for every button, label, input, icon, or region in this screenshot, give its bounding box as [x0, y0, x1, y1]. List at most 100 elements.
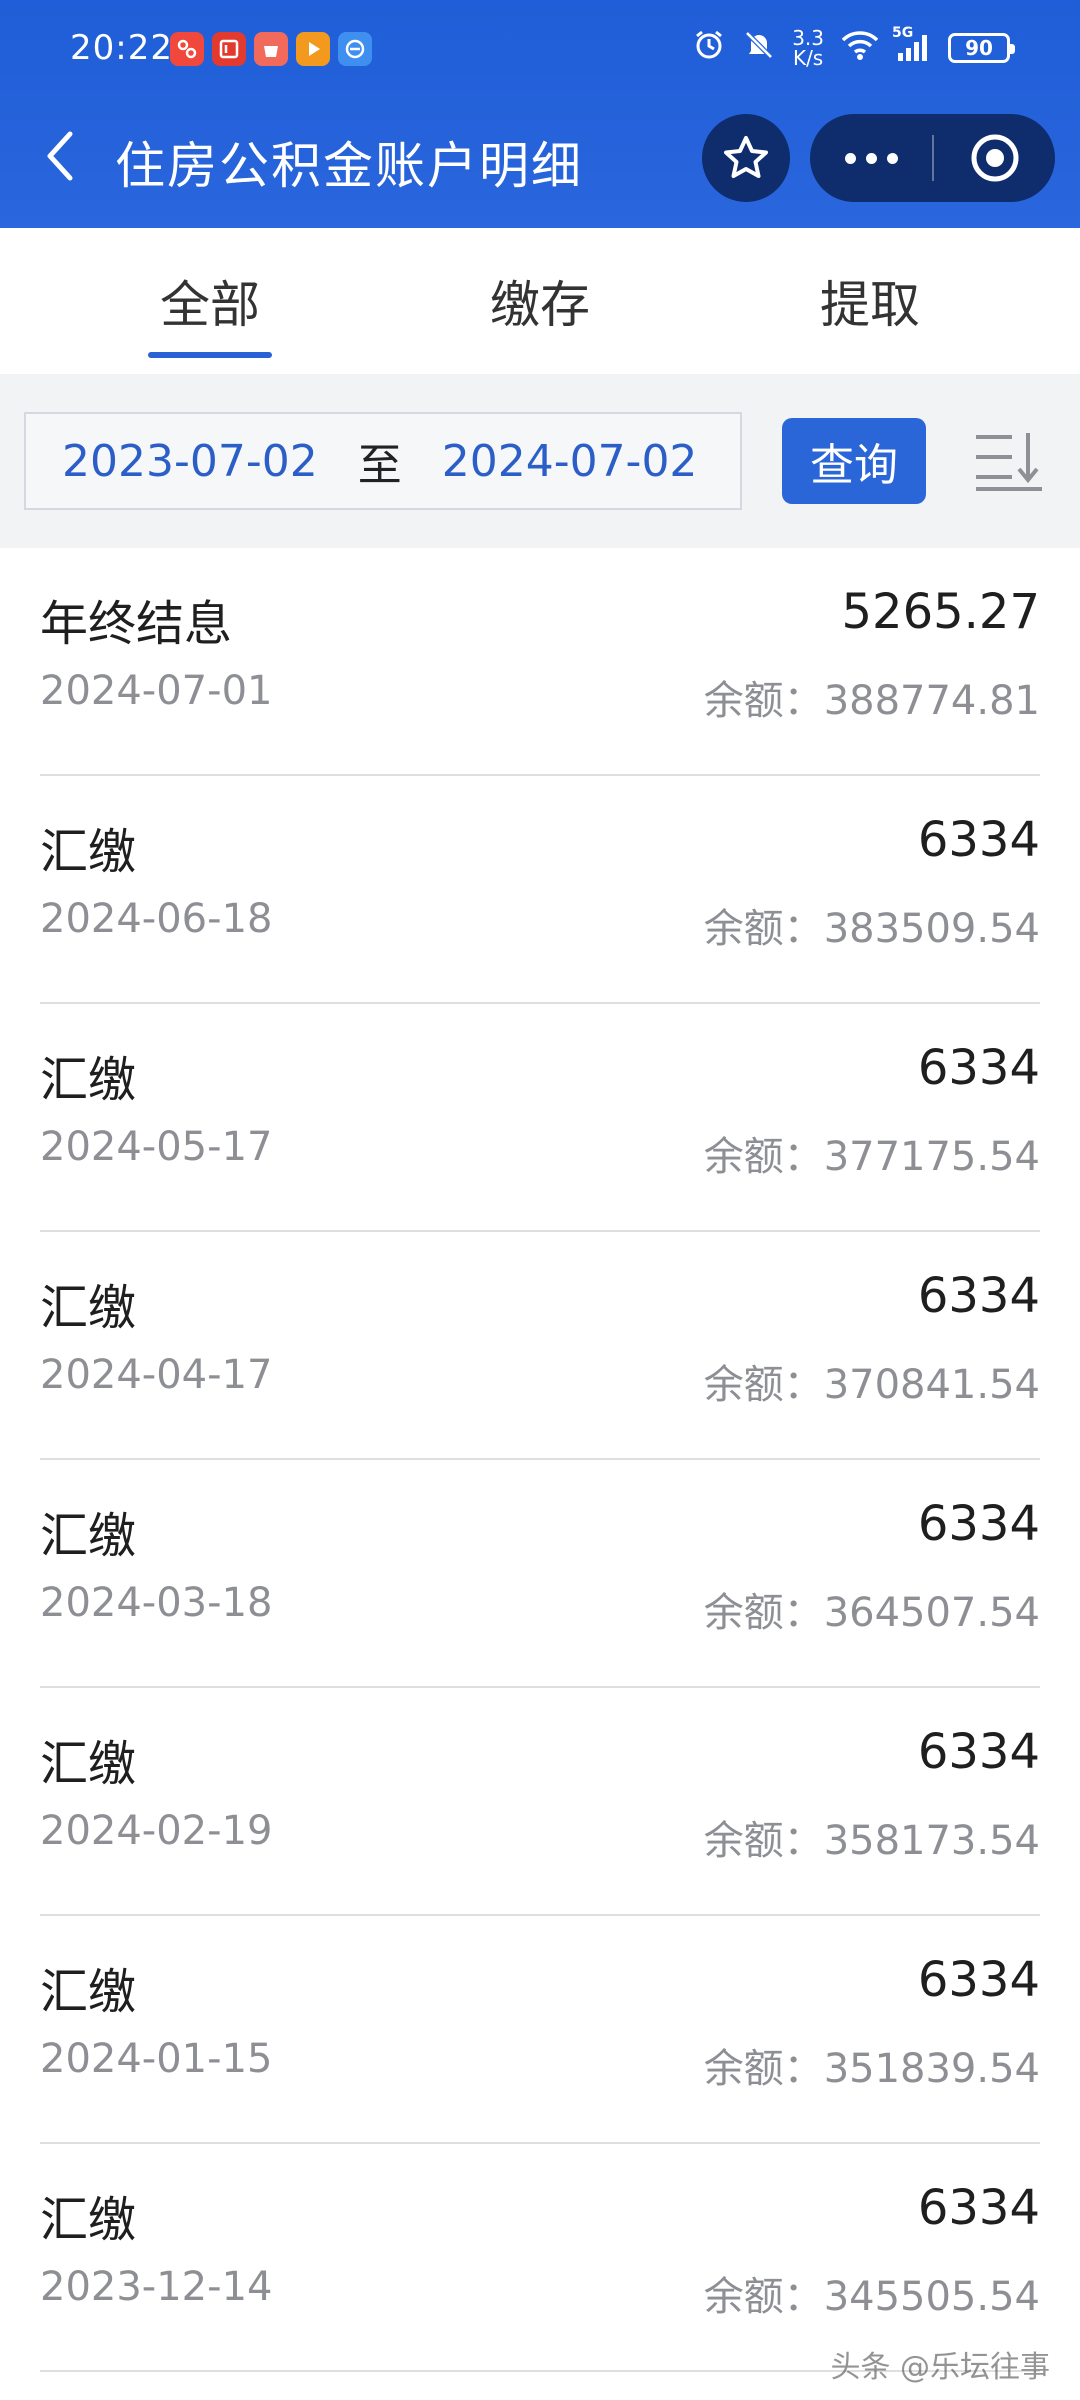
favorite-button[interactable] — [702, 114, 790, 202]
transaction-row[interactable]: 汇缴 6334 2024-05-17 余额：377175.54 — [0, 1004, 1080, 1232]
transaction-balance: 余额：383509.54 — [704, 896, 1040, 954]
transaction-amount: 6334 — [917, 1952, 1040, 2008]
balance-label: 余额： — [703, 1362, 824, 1408]
transaction-amount: 6334 — [917, 812, 1040, 868]
app-header: 20:22 3.3 K/s 5G 90 住房公积金账户明细 — [0, 0, 1080, 228]
balance-value: 345505.54 — [823, 2274, 1040, 2320]
tab-bar: 全部 缴存 提取 — [0, 228, 1080, 374]
balance-value: 370841.54 — [823, 1362, 1040, 1408]
back-button[interactable] — [30, 124, 90, 188]
status-indicators: 3.3 K/s 5G 90 — [692, 25, 1015, 70]
transaction-row[interactable]: 汇缴 6334 2024-06-18 余额：383509.54 — [0, 776, 1080, 1004]
status-bar: 20:22 3.3 K/s 5G 90 — [0, 0, 1080, 100]
transaction-type: 年终结息 — [40, 596, 233, 652]
watermark: 头条 @乐坛往事 — [830, 2350, 1050, 2385]
date-range-picker: 2023-07-02 至 2024-07-02 — [24, 412, 742, 510]
balance-value: 377175.54 — [823, 1134, 1040, 1180]
balance-label: 余额： — [703, 2274, 824, 2320]
star-icon — [724, 136, 768, 178]
transaction-date: 2023-12-14 — [40, 2264, 273, 2310]
transaction-date: 2024-05-17 — [40, 1124, 273, 1170]
balance-value: 351839.54 — [823, 2046, 1040, 2092]
more-dot-icon — [886, 152, 898, 164]
transaction-date: 2024-06-18 — [40, 896, 273, 942]
tab-withdraw[interactable]: 提取 — [705, 228, 1035, 374]
video-app-notification-icon — [296, 32, 330, 66]
transaction-balance: 余额：345505.54 — [704, 2264, 1040, 2322]
transaction-amount: 5265.27 — [841, 584, 1041, 640]
balance-value: 383509.54 — [823, 906, 1040, 952]
target-close-icon — [971, 134, 1018, 182]
notification-icons — [170, 32, 372, 72]
network-speed-unit: K/s — [792, 46, 824, 70]
transaction-row[interactable]: 汇缴 6334 2024-01-15 余额：351839.54 — [0, 1916, 1080, 2144]
transaction-amount: 6334 — [917, 1040, 1040, 1096]
transaction-amount: 6334 — [917, 1268, 1040, 1324]
balance-label: 余额： — [703, 1134, 824, 1180]
transaction-type: 汇缴 — [40, 824, 137, 880]
balance-label: 余额： — [703, 1818, 824, 1864]
sort-button[interactable] — [970, 424, 1048, 498]
transaction-balance: 余额：377175.54 — [704, 1124, 1040, 1182]
transaction-amount: 6334 — [917, 1724, 1040, 1780]
close-miniprogram-button[interactable] — [934, 114, 1055, 202]
transaction-row[interactable]: 汇缴 6334 2024-02-19 余额：358173.54 — [0, 1688, 1080, 1916]
transaction-type: 汇缴 — [40, 1508, 137, 1564]
transaction-type: 汇缴 — [40, 1052, 137, 1108]
start-date-field[interactable]: 2023-07-02 — [62, 436, 318, 487]
signal-type-label: 5G — [892, 25, 914, 41]
transaction-amount: 6334 — [917, 2180, 1040, 2236]
wifi-icon — [840, 29, 880, 68]
transaction-list: 年终结息 5265.27 2024-07-01 余额：388774.81 汇缴 … — [0, 548, 1080, 2372]
transaction-amount: 6334 — [917, 1496, 1040, 1552]
chevron-left-icon — [47, 131, 73, 181]
transaction-balance: 余额：388774.81 — [704, 668, 1040, 726]
transaction-type: 汇缴 — [40, 1964, 137, 2020]
transaction-type: 汇缴 — [40, 2192, 137, 2248]
transaction-balance: 余额：351839.54 — [704, 2036, 1040, 2094]
tab-all[interactable]: 全部 — [45, 228, 375, 374]
tab-deposit[interactable]: 缴存 — [375, 228, 705, 374]
balance-value: 388774.81 — [823, 678, 1040, 724]
more-dot-icon — [844, 152, 856, 164]
miniprogram-capsule — [810, 114, 1055, 202]
balance-value: 364507.54 — [823, 1590, 1040, 1636]
cellular-signal-icon: 5G — [892, 25, 932, 63]
query-button[interactable]: 查询 — [782, 418, 926, 504]
date-range-separator: 至 — [357, 440, 402, 491]
transaction-row[interactable]: 汇缴 6334 2023-12-14 余额：345505.54 — [0, 2144, 1080, 2372]
battery-level: 90 — [965, 36, 993, 60]
transaction-date: 2024-02-19 — [40, 1808, 273, 1854]
balance-label: 余额： — [703, 2046, 824, 2092]
transaction-balance: 余额：364507.54 — [704, 1580, 1040, 1638]
transaction-balance: 余额：370841.54 — [704, 1352, 1040, 1410]
transaction-type: 汇缴 — [40, 1736, 137, 1792]
transaction-row[interactable]: 汇缴 6334 2024-04-17 余额：370841.54 — [0, 1232, 1080, 1460]
mute-icon — [742, 28, 776, 69]
transaction-date: 2024-01-15 — [40, 2036, 273, 2082]
end-date-field[interactable]: 2024-07-02 — [442, 436, 698, 487]
more-button[interactable] — [810, 114, 932, 202]
battery-icon: 90 — [948, 33, 1015, 63]
network-speed: 3.3 K/s — [792, 28, 824, 68]
shopping-app-notification-icon — [254, 32, 288, 66]
sort-descending-icon — [976, 433, 1042, 491]
transaction-date: 2024-03-18 — [40, 1580, 273, 1626]
date-filter-row: 2023-07-02 至 2024-07-02 查询 — [0, 374, 1080, 548]
transaction-row[interactable]: 汇缴 6334 2024-03-18 余额：364507.54 — [0, 1460, 1080, 1688]
more-dot-icon — [865, 152, 877, 164]
transaction-type: 汇缴 — [40, 1280, 137, 1336]
balance-label: 余额： — [703, 906, 824, 952]
transaction-date: 2024-04-17 — [40, 1352, 273, 1398]
network-speed-value: 3.3 — [792, 26, 824, 50]
listen-app-notification-icon — [212, 32, 246, 66]
app-notification-icon — [170, 32, 204, 66]
title-bar: 住房公积金账户明细 — [0, 100, 1080, 228]
balance-value: 358173.54 — [823, 1818, 1040, 1864]
page-title: 住房公积金账户明细 — [115, 137, 583, 195]
status-time: 20:22 — [70, 28, 173, 68]
transaction-row[interactable]: 年终结息 5265.27 2024-07-01 余额：388774.81 — [0, 548, 1080, 776]
balance-label: 余额： — [703, 678, 824, 724]
transaction-balance: 余额：358173.54 — [704, 1808, 1040, 1866]
transaction-date: 2024-07-01 — [40, 668, 273, 714]
